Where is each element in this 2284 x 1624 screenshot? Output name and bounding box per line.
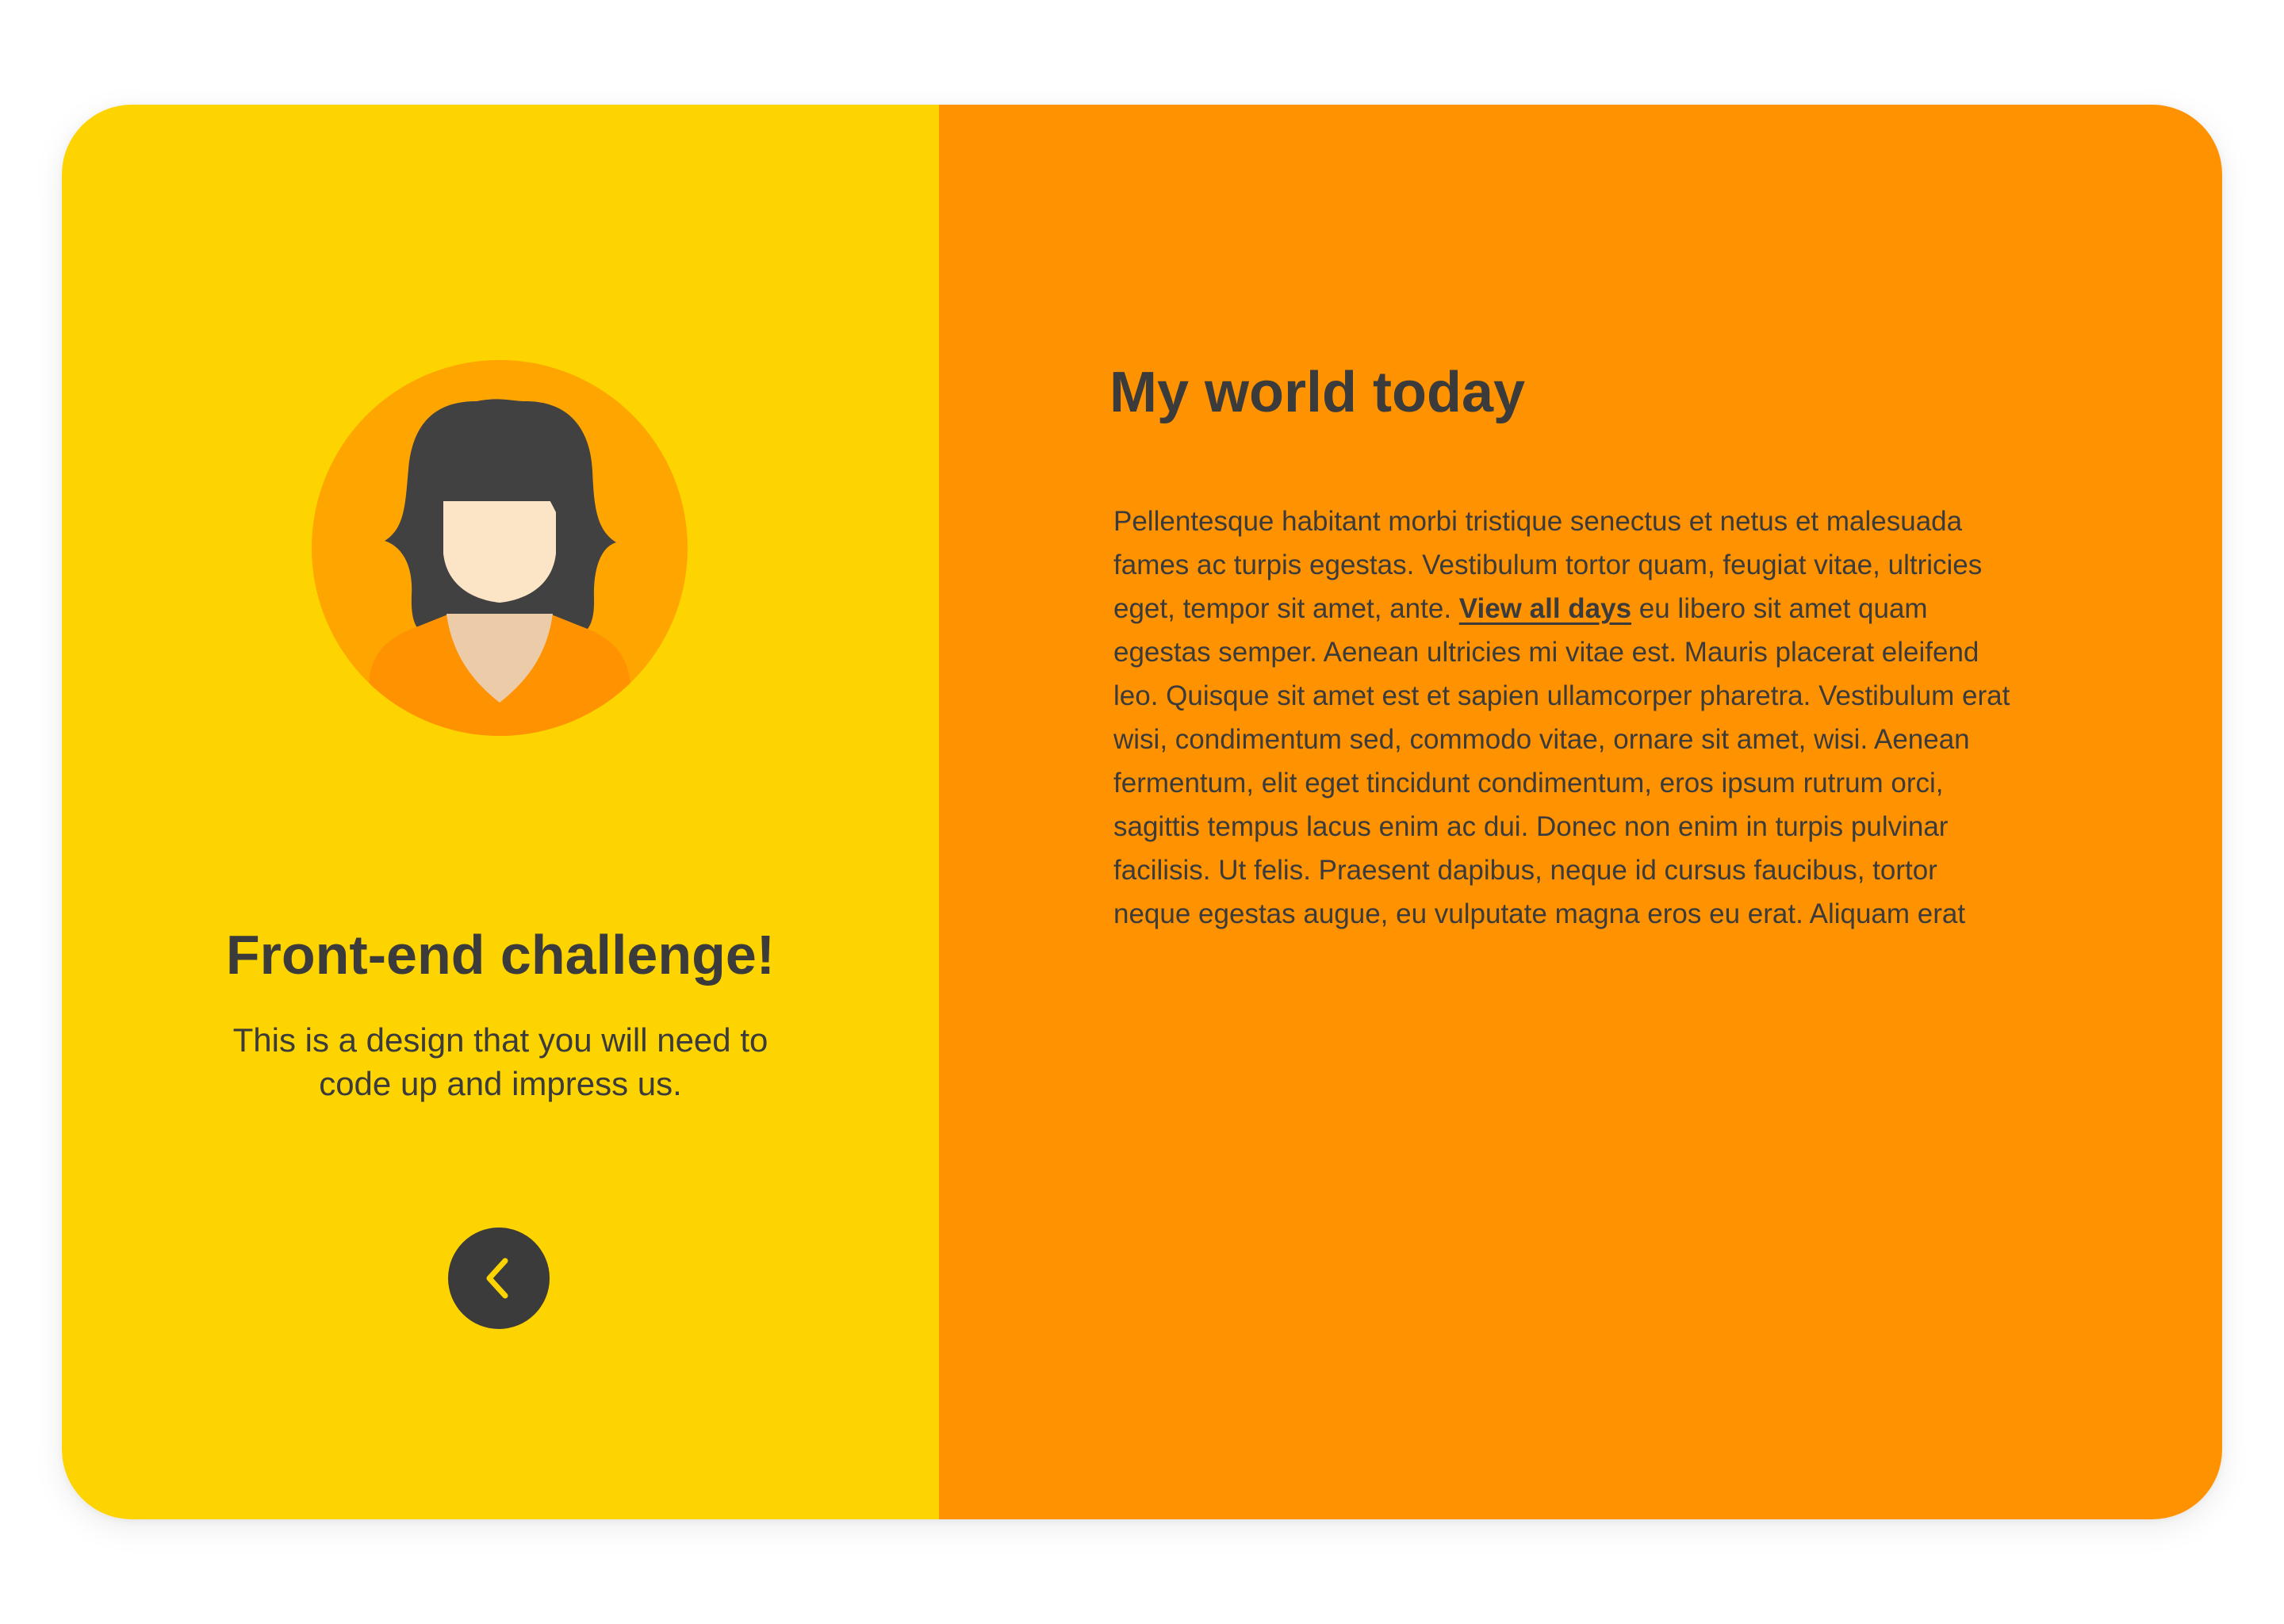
- challenge-title: Front-end challenge!: [225, 924, 776, 986]
- section-title: My world today: [1109, 361, 1526, 424]
- back-button[interactable]: [448, 1228, 550, 1329]
- view-all-days-link[interactable]: View all days: [1459, 593, 1631, 624]
- woman-avatar-icon: [312, 360, 688, 736]
- challenge-card: Front-end challenge! This is a design th…: [62, 105, 2222, 1519]
- challenge-description: This is a design that you will need to c…: [232, 1021, 768, 1102]
- content-panel: My world today Pellentesque habitant mor…: [939, 105, 2222, 1519]
- profile-panel: Front-end challenge! This is a design th…: [62, 105, 939, 1519]
- paragraph-text-after-link: eu libero sit amet quam egestas semper. …: [1113, 593, 2010, 929]
- chevron-left-icon: [486, 1258, 508, 1299]
- body-paragraph: Pellentesque habitant morbi tristique se…: [1113, 500, 2018, 936]
